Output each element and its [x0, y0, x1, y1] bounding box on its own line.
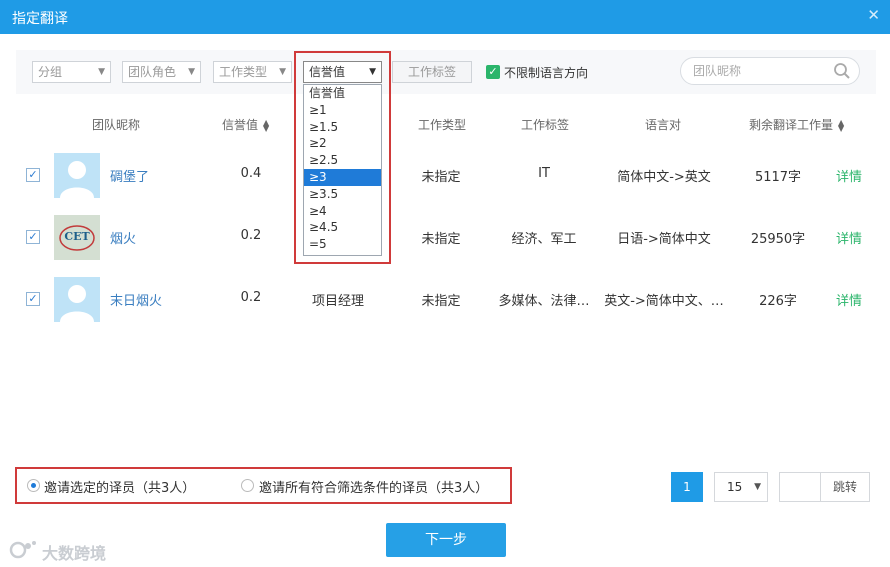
table-row: ✓ 碉堡了 0.4 未指定 IT 简体中文->英文 5117字 详情 [16, 144, 876, 206]
avatar [54, 153, 100, 198]
invite-selected-radio[interactable] [27, 479, 40, 492]
work-tag: IT [538, 166, 550, 181]
detail-link[interactable]: 详情 [836, 166, 862, 185]
watermark: 大数跨境 [8, 538, 106, 563]
header-credit-label: 信誉值 [222, 118, 259, 132]
header-nickname: 团队昵称 [92, 118, 141, 132]
unrestricted-lang-label: 不限制语言方向 [504, 66, 589, 80]
search-box [680, 57, 860, 85]
row-checkbox[interactable]: ✓ [26, 292, 40, 306]
jump-button[interactable]: 跳转 [820, 472, 870, 502]
dialog-titlebar: 指定翻译 ✕ [0, 0, 890, 34]
search-icon[interactable] [833, 62, 851, 80]
group-select-value: 分组 [38, 65, 63, 79]
credit-value: 0.2 [240, 290, 262, 305]
next-step-button[interactable]: 下一步 [386, 523, 506, 557]
work-type-select[interactable]: 工作类型 ▼ [213, 61, 292, 83]
team-role-select[interactable]: 团队角色 ▼ [122, 61, 201, 83]
default-user-icon [54, 277, 100, 322]
avatar-logo-text: CET [64, 230, 90, 243]
invite-all-label[interactable]: 邀请所有符合筛选条件的译员（共3人） [259, 477, 488, 496]
watermark-text: 大数跨境 [42, 544, 107, 563]
search-input[interactable] [693, 63, 823, 79]
chevron-down-icon: ▼ [754, 482, 761, 492]
avatar: CET [54, 215, 100, 260]
row-checkbox[interactable]: ✓ [26, 168, 40, 182]
invite-selected-label[interactable]: 邀请选定的译员（共3人） [44, 477, 195, 496]
team-role: 项目经理 [311, 294, 364, 309]
default-user-icon [54, 153, 100, 198]
table-row: ✓ CET 烟火 0.2 未指定 经济、军工 日语->简体中文 25950字 详… [16, 206, 876, 268]
group-select[interactable]: 分组 ▼ [32, 61, 111, 83]
check-icon: ✓ [28, 230, 38, 243]
table-row: ✓ 末日烟火 0.2 项目经理 未指定 多媒体、法律… 英文->简体中文、… 2… [16, 268, 876, 330]
avatar [54, 277, 100, 322]
header-work-type: 工作类型 [418, 118, 467, 132]
lang-pair: 简体中文->英文 [617, 170, 711, 185]
lang-pair: 日语->简体中文 [617, 232, 711, 247]
translator-name-link[interactable]: 末日烟火 [110, 290, 162, 309]
check-icon: ✓ [488, 65, 498, 78]
work-tag: 经济、军工 [511, 232, 577, 247]
work-type-select-value: 工作类型 [219, 65, 268, 79]
chevron-down-icon: ▼ [279, 67, 286, 77]
translator-name-link[interactable]: 烟火 [110, 228, 136, 247]
work-type: 未指定 [421, 232, 461, 247]
work-tag-button[interactable]: 工作标签 [392, 61, 472, 83]
invite-all-radio[interactable] [241, 479, 254, 492]
remaining-words: 25950字 [750, 232, 806, 247]
detail-link[interactable]: 详情 [836, 290, 862, 309]
header-remaining-label: 剩余翻译工作量 [749, 118, 834, 132]
work-type: 未指定 [421, 170, 461, 185]
page-size-value: 15 [727, 480, 743, 494]
watermark-logo-icon [9, 541, 36, 559]
dialog-title: 指定翻译 [12, 11, 68, 27]
remaining-words: 5117字 [754, 170, 802, 185]
close-icon[interactable]: ✕ [867, 6, 880, 24]
work-type: 未指定 [421, 294, 461, 309]
work-tag: 多媒体、法律… [498, 294, 590, 309]
detail-link[interactable]: 详情 [836, 228, 862, 247]
header-remaining[interactable]: 剩余翻译工作量 ▲ ▼ [749, 116, 844, 133]
header-work-tag: 工作标签 [521, 118, 570, 132]
unrestricted-lang-checkbox[interactable]: ✓ [486, 65, 500, 79]
sort-icon: ▲ ▼ [263, 117, 270, 133]
chevron-down-icon: ▼ [188, 67, 195, 77]
chevron-down-icon: ▼ [98, 67, 105, 77]
page-size-select[interactable]: 15 ▼ [714, 472, 768, 502]
credit-value: 0.2 [240, 228, 262, 243]
header-credit[interactable]: 信誉值 ▲ ▼ [222, 116, 269, 133]
check-icon: ✓ [28, 168, 38, 181]
remaining-words: 226字 [759, 294, 797, 309]
credit-value: 0.4 [240, 166, 262, 181]
table-header: 团队昵称 信誉值 ▲ ▼ 工作类型 工作标签 语言对 剩余翻译工作量 ▲ ▼ [16, 104, 876, 140]
header-lang-pair: 语言对 [645, 118, 682, 132]
page-button-current[interactable]: 1 [671, 472, 703, 502]
jump-page-input[interactable] [779, 472, 821, 502]
filter-bar: 分组 ▼ 团队角色 ▼ 工作类型 ▼ 信誉值 ▼ 工作标签 ✓ 不限制语言方向 [16, 50, 876, 94]
row-checkbox[interactable]: ✓ [26, 230, 40, 244]
team-role-select-value: 团队角色 [128, 65, 177, 79]
check-icon: ✓ [28, 292, 38, 305]
highlight-box [294, 51, 391, 264]
lang-pair: 英文->简体中文、… [604, 294, 724, 309]
sort-icon: ▲ ▼ [838, 117, 845, 133]
translator-name-link[interactable]: 碉堡了 [110, 166, 149, 185]
